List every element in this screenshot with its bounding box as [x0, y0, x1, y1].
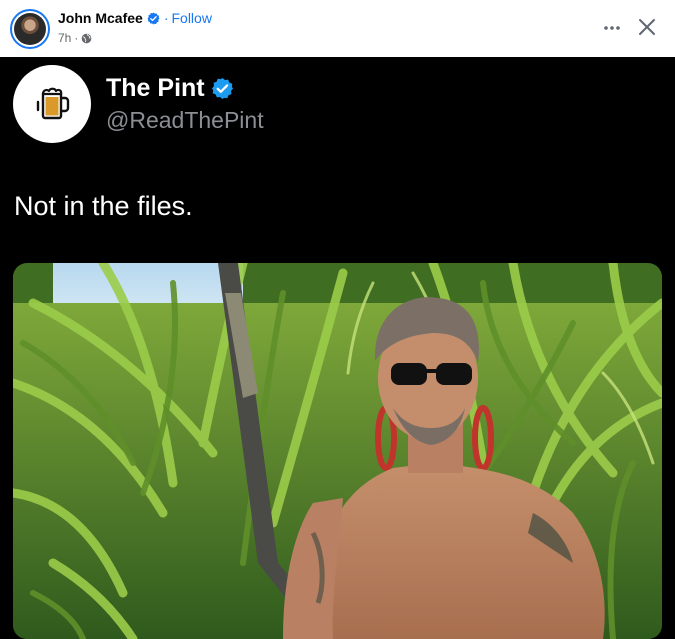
- tweet-name-row: The Pint: [106, 74, 234, 102]
- author-name-row: John Mcafee · Follow: [58, 10, 212, 26]
- post-meta: 7h ·: [58, 31, 92, 45]
- tweet-avatar: [13, 65, 91, 143]
- follow-button[interactable]: Follow: [171, 10, 211, 26]
- globe-icon[interactable]: [81, 33, 92, 44]
- jungle-photo-illustration: [13, 263, 662, 639]
- more-options-icon[interactable]: [602, 18, 622, 38]
- verified-badge-icon: [211, 77, 233, 99]
- author-avatar[interactable]: [10, 9, 50, 49]
- beer-mug-icon: [36, 87, 70, 120]
- post-timestamp[interactable]: 7h: [58, 31, 71, 45]
- post-header: John Mcafee · Follow 7h ·: [0, 0, 675, 57]
- shared-tweet-image[interactable]: The Pint @ReadThePint Not in the files.: [0, 57, 675, 639]
- tweet-account-name: The Pint: [106, 74, 205, 102]
- author-name[interactable]: John Mcafee: [58, 10, 143, 26]
- close-icon[interactable]: [637, 17, 657, 37]
- author-avatar-image: [14, 13, 46, 45]
- tweet-handle: @ReadThePint: [106, 107, 264, 133]
- tweet-photo: [13, 263, 662, 639]
- meta-separator: ·: [74, 31, 79, 45]
- tweet-text: Not in the files.: [14, 191, 193, 221]
- verified-badge-icon: [147, 12, 160, 24]
- name-follow-separator: ·: [163, 10, 169, 26]
